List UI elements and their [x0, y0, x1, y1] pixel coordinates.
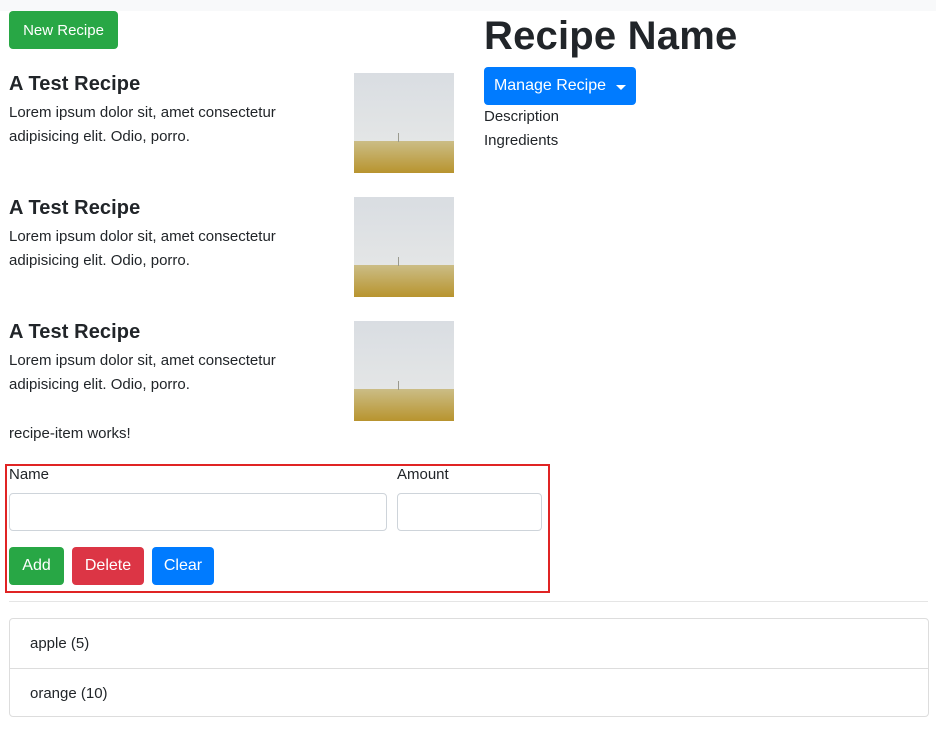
recipe-title: A Test Recipe	[9, 197, 141, 219]
status-text: recipe-item works!	[9, 425, 131, 442]
recipe-title: A Test Recipe	[9, 321, 141, 343]
ingredient-form: Name Amount Add Delete Clear	[5, 464, 550, 593]
amount-label: Amount	[397, 466, 449, 483]
shopping-list: apple (5) orange (10)	[9, 618, 929, 717]
recipe-image	[354, 73, 454, 173]
recipe-item[interactable]: A Test Recipe Lorem ipsum dolor sit, ame…	[9, 73, 455, 173]
amount-input[interactable]	[397, 493, 542, 531]
caret-down-icon	[616, 84, 627, 90]
recipe-item[interactable]: A Test Recipe Lorem ipsum dolor sit, ame…	[9, 197, 455, 297]
recipe-description: Lorem ipsum dolor sit, amet consectetur …	[9, 352, 276, 393]
top-strip	[0, 0, 936, 11]
add-button[interactable]: Add	[9, 547, 64, 585]
clear-button[interactable]: Clear	[152, 547, 214, 585]
recipe-item[interactable]: A Test Recipe Lorem ipsum dolor sit, ame…	[9, 321, 455, 421]
recipe-title: A Test Recipe	[9, 73, 141, 95]
manage-recipe-label: Manage Recipe	[493, 77, 607, 94]
name-label: Name	[9, 466, 50, 483]
delete-button[interactable]: Delete	[72, 547, 144, 585]
recipe-image	[354, 321, 454, 421]
divider	[9, 601, 928, 602]
description-text: Description	[484, 108, 560, 125]
recipe-detail-title: Recipe Name	[484, 14, 738, 58]
list-item[interactable]: orange (10)	[10, 668, 928, 717]
recipe-description: Lorem ipsum dolor sit, amet consectetur …	[9, 104, 276, 145]
manage-recipe-dropdown[interactable]: Manage Recipe	[484, 67, 636, 105]
ingredients-text: Ingredients	[484, 132, 559, 149]
recipe-image	[354, 197, 454, 297]
new-recipe-button[interactable]: New Recipe	[9, 11, 118, 49]
name-input[interactable]	[9, 493, 387, 531]
list-item[interactable]: apple (5)	[10, 619, 928, 668]
recipe-description: Lorem ipsum dolor sit, amet consectetur …	[9, 228, 276, 269]
